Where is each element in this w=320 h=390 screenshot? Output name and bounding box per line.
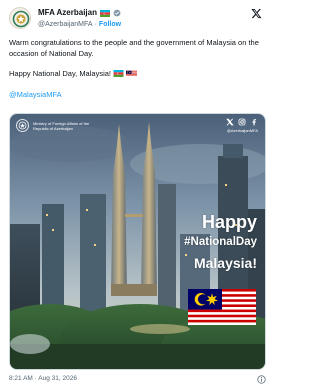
tweet-card: MFA Azerbaijan @AzerbaijanMFA · Follow W… [0,0,273,390]
tweet-line-1: Warm congratulations to the people and t… [9,38,259,58]
greeting-happy: Happy [201,212,257,232]
emblem-icon [11,9,30,28]
azerbaijan-flag-icon [99,9,110,17]
malaysia-flag-icon [126,70,137,77]
ministry-emblem-icon [16,119,29,132]
instagram-icon [238,118,246,126]
ministry-name: Ministry of Foreign Affairs of the Repub… [33,120,90,131]
author-name[interactable]: MFA Azerbaijan [38,7,97,19]
author-handle[interactable]: @AzerbaijanMFA [38,19,93,30]
tweet-header: MFA Azerbaijan @AzerbaijanMFA · Follow [9,6,264,34]
tweet-text: Warm congratulations to the people and t… [9,38,267,111]
x-logo-icon[interactable] [251,8,262,19]
follow-button[interactable]: Follow [99,21,121,28]
tweet-timestamp[interactable]: 8:21 AM · Aug 31, 2026 [9,375,77,385]
tweet-line-2: Happy National Day, Malaysia! [9,69,267,80]
tweet-mention-line: @MalaysiaMFA [9,90,267,101]
verified-badge-icon [113,9,121,17]
author-name-row: MFA Azerbaijan [38,7,121,19]
facebook-icon [250,118,258,126]
malaysia-flag-icon [188,289,256,325]
social-icons [226,118,258,126]
image-social-handle: @AzerbaijanMFA [226,128,258,133]
info-icon[interactable] [257,375,266,384]
mention-link[interactable]: @MalaysiaMFA [9,90,62,99]
tweet-line-2-text: Happy National Day, Malaysia! [9,69,111,78]
avatar[interactable] [9,7,31,29]
x-social-icon [226,118,234,126]
tweet-image[interactable]: Ministry of Foreign Affairs of the Repub… [9,113,266,370]
author-handle-row: @AzerbaijanMFA · Follow [38,19,121,30]
azerbaijan-flag-icon [113,70,124,77]
greeting-malaysia: Malaysia! [193,255,257,271]
separator-dot: · [94,21,97,28]
ministry-logo: Ministry of Foreign Affairs of the Repub… [16,119,103,132]
greeting-hashtag: #NationalDay [184,236,257,248]
